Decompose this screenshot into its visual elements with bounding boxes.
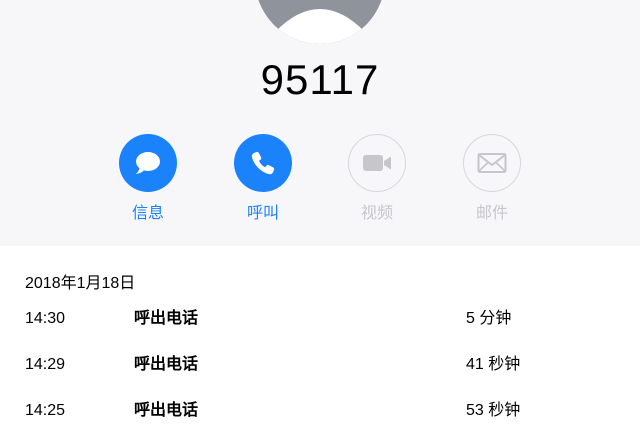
call-history: 2018年1月18日 14:30 呼出电话 5 分钟 14:29 呼出电话 41… — [0, 246, 640, 448]
table-row: 14:30 呼出电话 5 分钟 — [0, 308, 640, 332]
mail-button[interactable]: 邮件 — [452, 134, 532, 230]
message-label: 信息 — [131, 205, 164, 222]
video-label: 视频 — [360, 205, 393, 222]
video-camera-icon — [363, 155, 391, 171]
message-button[interactable]: 信息 — [108, 134, 188, 230]
contact-header: 95117 信息 呼叫 视频 邮件 — [0, 0, 640, 246]
history-date: 2018年1月18日 — [25, 275, 136, 292]
call-time: 14:30 — [25, 310, 66, 327]
phone-icon — [251, 151, 275, 175]
message-bubble-icon — [135, 152, 160, 174]
call-type: 呼出电话 — [134, 356, 199, 373]
avatar — [255, 0, 385, 44]
call-button-circle[interactable] — [234, 134, 292, 192]
mail-label: 邮件 — [475, 205, 508, 222]
call-button[interactable]: 呼叫 — [223, 134, 303, 230]
call-label: 呼叫 — [246, 205, 279, 222]
message-button-circle[interactable] — [119, 134, 177, 192]
call-type: 呼出电话 — [134, 310, 199, 327]
call-duration: 53 秒钟 — [466, 402, 521, 419]
call-time: 14:25 — [25, 402, 66, 419]
call-type: 呼出电话 — [134, 402, 199, 419]
call-duration: 41 秒钟 — [466, 356, 521, 373]
contact-number: 95117 — [260, 56, 380, 103]
mail-button-circle[interactable] — [463, 134, 521, 192]
video-button-circle[interactable] — [348, 134, 406, 192]
call-duration: 5 分钟 — [466, 310, 512, 327]
mail-envelope-icon — [477, 153, 507, 173]
person-silhouette-icon — [275, 9, 365, 44]
video-button[interactable]: 视频 — [337, 134, 417, 230]
table-row: 14:25 呼出电话 53 秒钟 — [0, 400, 640, 424]
table-row: 14:29 呼出电话 41 秒钟 — [0, 354, 640, 378]
call-time: 14:29 — [25, 356, 66, 373]
